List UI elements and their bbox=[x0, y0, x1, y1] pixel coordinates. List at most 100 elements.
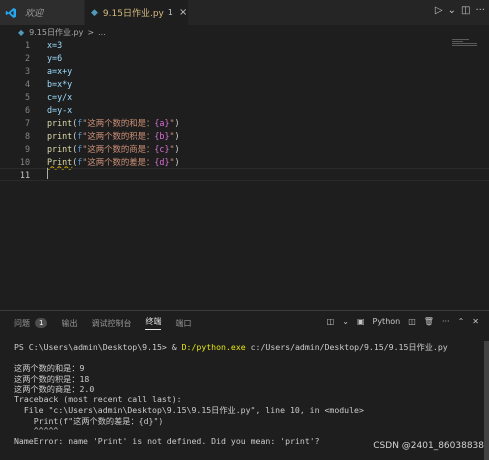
tab-welcome[interactable]: 欢迎 bbox=[0, 0, 84, 25]
line-number: 6 bbox=[24, 104, 30, 115]
terminal-line: File "c:\Users\admin\Desktop\9.15\9.15日作… bbox=[14, 405, 364, 415]
code-token: "这两个数的商是： bbox=[82, 143, 155, 154]
tab-problems[interactable]: 问题 1 bbox=[14, 318, 48, 329]
code-token: y=6 bbox=[47, 52, 63, 63]
text-cursor bbox=[47, 168, 48, 179]
breadcrumb-more[interactable]: ... bbox=[98, 28, 106, 37]
terminal-line: 这两个数的商是：2.0 bbox=[14, 384, 95, 394]
line-number: 7 bbox=[24, 117, 30, 128]
breadcrumb-file[interactable]: 9.15日作业.py bbox=[29, 27, 83, 38]
code-line[interactable]: 10 Print(f"这两个数的差是：{d}") bbox=[0, 155, 489, 168]
code-line[interactable]: 1 x=3 bbox=[0, 38, 489, 51]
chevron-up-icon[interactable]: ⌃ bbox=[458, 317, 465, 326]
line-number: 4 bbox=[24, 78, 30, 89]
watermark: CSDN @2401_86038838 bbox=[373, 441, 484, 451]
tab-welcome-label: 欢迎 bbox=[25, 9, 44, 19]
code-token: a=x+y bbox=[47, 65, 73, 76]
terminal-prompt: PS C:\Users\admin\Desktop\9.15> & bbox=[14, 342, 182, 352]
terminal-line: 这两个数的和是：9 bbox=[14, 363, 85, 373]
code-line[interactable]: 11 bbox=[0, 168, 489, 181]
tab-terminal[interactable]: 终端 bbox=[145, 316, 162, 330]
code-token: c=y/x bbox=[47, 91, 73, 102]
code-token: "这两个数的差是： bbox=[82, 156, 155, 167]
code-line[interactable]: 3 a=x+y bbox=[0, 64, 489, 77]
more-actions-icon[interactable]: ··· bbox=[475, 5, 485, 16]
chevron-down-icon[interactable]: ⌄ bbox=[342, 317, 349, 326]
line-number: 9 bbox=[24, 143, 30, 154]
close-icon[interactable]: × bbox=[179, 7, 187, 18]
code-line[interactable]: 9 print(f"这两个数的商是：{c}") bbox=[0, 142, 489, 155]
tab-debug-console[interactable]: 调试控制台 bbox=[91, 318, 131, 329]
chevron-down-icon[interactable]: ⌄ bbox=[448, 5, 456, 16]
code-token: x=3 bbox=[47, 39, 63, 50]
minimap[interactable] bbox=[452, 39, 480, 51]
line-number: 1 bbox=[24, 39, 30, 50]
code-token: ) bbox=[174, 156, 180, 167]
code-text: print(f"这两个数的商是：{c}") bbox=[47, 143, 180, 155]
tab-bar: 欢迎 ◆ 9.15日作业.py 1 × ▷ ⌄ ◫ ··· bbox=[0, 0, 489, 25]
code-text bbox=[47, 168, 48, 181]
tab-active-file[interactable]: ◆ 9.15日作业.py 1 × bbox=[85, 0, 188, 25]
code-line[interactable]: 6 d=y-x bbox=[0, 103, 489, 116]
terminal-shell-icon: ▣ bbox=[356, 317, 365, 326]
code-text: Print(f"这两个数的差是：{d}") bbox=[47, 156, 180, 168]
line-number: 2 bbox=[24, 52, 30, 63]
code-text: b=x*y bbox=[47, 79, 72, 89]
more-actions-icon[interactable]: ··· bbox=[442, 317, 450, 326]
code-token: b=x*y bbox=[47, 78, 73, 89]
python-file-icon: ◆ bbox=[18, 28, 25, 37]
terminal-line: Print(f"这两个数的差是：{d}") bbox=[14, 415, 164, 426]
line-number: 10 bbox=[19, 156, 30, 167]
code-text: c=y/x bbox=[47, 92, 72, 102]
code-line[interactable]: 2 y=6 bbox=[0, 51, 489, 64]
code-token: print bbox=[47, 117, 73, 128]
vscode-icon bbox=[5, 7, 16, 18]
terminal-output[interactable]: PS C:\Users\admin\Desktop\9.15> & D:/pyt… bbox=[14, 341, 474, 446]
code-line[interactable]: 8 print(f"这两个数的积是：{b}") bbox=[0, 129, 489, 142]
tab-output[interactable]: 输出 bbox=[61, 318, 77, 329]
code-line[interactable]: 4 b=x*y bbox=[0, 77, 489, 90]
code-token: {b} bbox=[154, 130, 170, 141]
code-token: "这两个数的和是： bbox=[82, 117, 155, 128]
close-panel-icon[interactable]: ✕ bbox=[472, 317, 479, 326]
code-token: {d} bbox=[154, 156, 170, 167]
layout-icon[interactable]: ◫ bbox=[327, 317, 335, 326]
shell-name[interactable]: Python bbox=[373, 317, 401, 326]
code-token: ) bbox=[174, 117, 180, 128]
code-token: ) bbox=[174, 130, 180, 141]
terminal-scrollbar[interactable] bbox=[484, 341, 489, 460]
tab-file-label: 9.15日作业.py bbox=[102, 9, 164, 19]
code-token: Print bbox=[47, 156, 73, 167]
code-token: d=y-x bbox=[47, 104, 73, 115]
line-number: 5 bbox=[24, 91, 30, 102]
split-editor-icon[interactable]: ◫ bbox=[461, 5, 470, 16]
split-terminal-icon[interactable]: ◫ bbox=[408, 317, 416, 326]
breadcrumb-separator: > bbox=[87, 28, 95, 37]
trash-icon[interactable]: 🗑 bbox=[424, 317, 434, 326]
code-token: {c} bbox=[154, 143, 170, 154]
code-line[interactable]: 5 c=y/x bbox=[0, 90, 489, 103]
code-text: x=3 bbox=[47, 40, 62, 50]
editor-toolbar: ▷ ⌄ ◫ ··· bbox=[435, 5, 485, 16]
run-icon[interactable]: ▷ bbox=[435, 5, 443, 16]
line-number: 3 bbox=[24, 65, 30, 76]
problems-badge: 1 bbox=[35, 318, 48, 328]
terminal-line: Traceback (most recent call last): bbox=[14, 393, 182, 404]
panel-toolbar: ◫ ⌄ ▣ Python ◫ 🗑 ··· ⌃ ✕ bbox=[327, 317, 479, 326]
code-token: print bbox=[47, 143, 73, 154]
tab-ports[interactable]: 端口 bbox=[175, 318, 191, 329]
code-text: print(f"这两个数的和是：{a}") bbox=[47, 117, 180, 129]
code-token: "这两个数的积是： bbox=[82, 130, 155, 141]
problem-count-badge: 1 bbox=[167, 8, 173, 17]
python-file-icon: ◆ bbox=[91, 7, 98, 18]
terminal-line: PS C:\Users\admin\Desktop\9.15> & D:/pyt… bbox=[14, 341, 474, 352]
code-line[interactable]: 7 print(f"这两个数的和是：{a}") bbox=[0, 116, 489, 129]
line-number: 11 bbox=[19, 169, 30, 180]
code-token: {a} bbox=[154, 117, 170, 128]
terminal-line: ^^^^^ bbox=[14, 425, 59, 435]
code-editor[interactable]: 1 x=3 2 y=6 3 a=x+y 4 b=x*y 5 c=y/x 6 d=y-x 7 print(f… bbox=[0, 38, 489, 310]
code-token: ) bbox=[174, 143, 180, 154]
terminal-args: c:/Users/admin/Desktop/9.15/9.15日作业.py bbox=[245, 342, 448, 352]
terminal-line: 这两个数的积是：18 bbox=[14, 373, 90, 384]
